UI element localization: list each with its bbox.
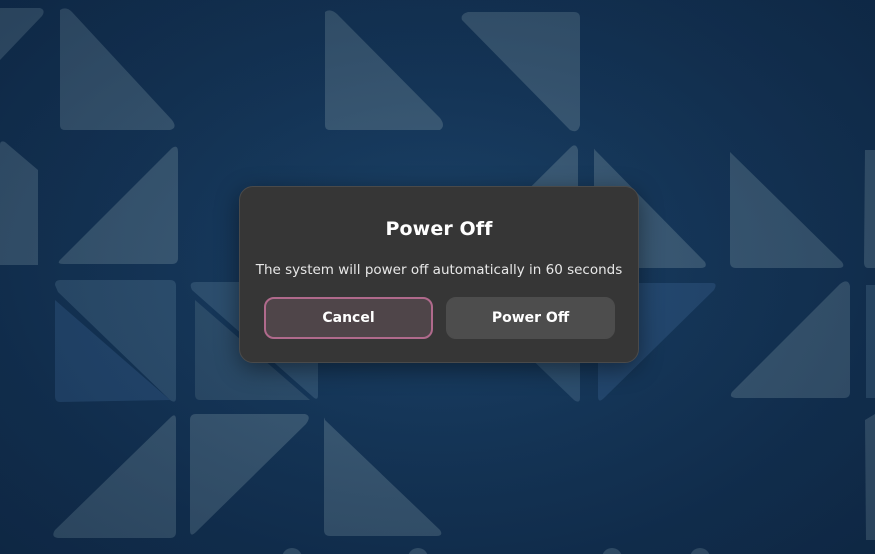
cancel-button[interactable]: Cancel (264, 297, 433, 339)
dialog-title: Power Off (385, 218, 493, 240)
power-off-dialog: Power Off The system will power off auto… (239, 186, 639, 363)
dialog-message: The system will power off automatically … (255, 262, 623, 278)
power-off-button[interactable]: Power Off (446, 297, 615, 339)
desktop-background: Power Off The system will power off auto… (0, 0, 875, 554)
